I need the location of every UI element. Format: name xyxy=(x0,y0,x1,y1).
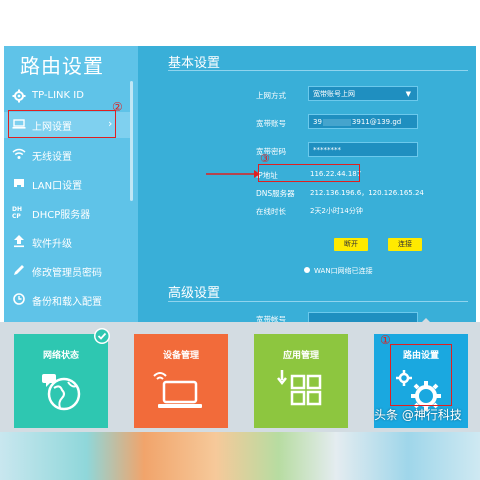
uptime-value: 2天2小时14分钟 xyxy=(310,207,363,215)
laptop-wifi-icon xyxy=(153,372,202,408)
sidebar-scrollbar[interactable] xyxy=(130,81,133,201)
lan-icon xyxy=(14,179,24,187)
sidebar-item-label: 修改管理员密码 xyxy=(32,268,102,279)
password-field[interactable]: ******** xyxy=(308,142,418,157)
annotation-number-3: ③ xyxy=(260,152,270,165)
redaction-blur xyxy=(323,119,351,126)
watermark: 头条 @神行科技 xyxy=(374,408,462,422)
annotation-box-router-tile xyxy=(390,344,452,406)
mode-select[interactable]: 宽带账号上网 ▼ xyxy=(308,86,418,101)
annotation-number-2: ② xyxy=(112,100,123,114)
apps-grid-icon xyxy=(277,370,322,406)
wan-status: WAN口网络已连接 xyxy=(314,267,373,275)
disconnect-button[interactable]: 断开 xyxy=(334,238,368,251)
pencil-icon xyxy=(14,265,24,275)
dhcp-icon: DHCP xyxy=(12,206,22,219)
sidebar-item-label: 备份和载入配置 xyxy=(32,297,102,308)
backup-icon xyxy=(13,293,25,305)
check-badge-icon xyxy=(94,328,110,344)
upload-icon xyxy=(14,235,24,248)
annotation-box-internet xyxy=(8,110,116,138)
pointer-notch xyxy=(418,318,434,326)
sidebar-item-firmware-upgrade[interactable]: 软件升级 xyxy=(4,229,130,255)
tile-app-management[interactable]: 应用管理 xyxy=(254,334,348,428)
sidebar-item-admin-password[interactable]: 修改管理员密码 xyxy=(4,258,130,284)
sidebar: 路由设置 TP-LINK ID 上网设置 › 无线设置 LAN口设置 DH CP … xyxy=(4,46,134,322)
tile-device-management[interactable]: 设备管理 xyxy=(134,334,228,428)
tile-network-status[interactable]: 网络状态 xyxy=(14,334,108,428)
dns-label: DNS服务器 xyxy=(256,189,295,198)
sidebar-item-backup[interactable]: 备份和载入配置 xyxy=(4,287,130,313)
sidebar-item-label: DHCP服务器 xyxy=(32,210,91,221)
router-admin-screen: 路由设置 TP-LINK ID 上网设置 › 无线设置 LAN口设置 DH CP … xyxy=(4,46,476,322)
sidebar-item-label: 软件升级 xyxy=(32,239,72,250)
divider xyxy=(168,70,468,71)
mode-label: 上网方式 xyxy=(256,91,286,100)
dropdown-arrow-icon: ▼ xyxy=(405,90,411,98)
advanced-row-field[interactable] xyxy=(308,312,418,322)
connect-button[interactable]: 连接 xyxy=(388,238,422,251)
tile-label: 设备管理 xyxy=(162,351,199,361)
dns-value: 212.136.196.6，120.126.165.24 xyxy=(310,189,424,197)
sidebar-item-wireless[interactable]: 无线设置 xyxy=(4,142,130,168)
wifi-icon xyxy=(12,148,26,159)
account-field[interactable]: 39 3911@139.gd xyxy=(308,114,418,129)
svg-text:DH: DH xyxy=(12,206,22,213)
blurred-background xyxy=(0,432,480,480)
account-label: 宽带账号 xyxy=(256,119,286,128)
basic-settings-title: 基本设置 xyxy=(168,56,221,71)
sidebar-item-label: TP-LINK ID xyxy=(32,90,84,101)
tile-label: 应用管理 xyxy=(282,351,319,361)
account-prefix: 39 xyxy=(313,118,322,126)
sidebar-item-label: 无线设置 xyxy=(32,152,72,163)
advanced-settings-title: 高级设置 xyxy=(168,286,221,301)
advanced-row-label: 宽带帐号 xyxy=(256,315,286,322)
svg-text:CP: CP xyxy=(12,213,21,219)
annotation-number-1: ① xyxy=(380,333,391,347)
sidebar-title: 路由设置 xyxy=(20,54,104,78)
content-panel: 基本设置 上网方式 宽带账号上网 ▼ 宽带账号 39 3911@139.gd 宽带… xyxy=(138,46,476,322)
divider xyxy=(168,301,468,302)
gear-icon xyxy=(12,89,26,103)
status-dot-icon xyxy=(304,267,310,273)
account-suffix: 3911@139.gd xyxy=(351,118,402,126)
mode-select-value: 宽带账号上网 xyxy=(313,90,355,98)
uptime-label: 在线时长 xyxy=(256,207,286,216)
globe-icon xyxy=(42,374,81,411)
tile-label: 网络状态 xyxy=(42,351,79,361)
annotation-arrow-icon xyxy=(206,170,260,178)
annotation-box-ip xyxy=(258,164,360,182)
sidebar-item-lan[interactable]: LAN口设置 xyxy=(4,171,130,197)
sidebar-item-label: LAN口设置 xyxy=(32,181,83,192)
top-band xyxy=(0,0,480,46)
sidebar-item-dhcp[interactable]: DH CP DHCP服务器 xyxy=(4,200,130,226)
